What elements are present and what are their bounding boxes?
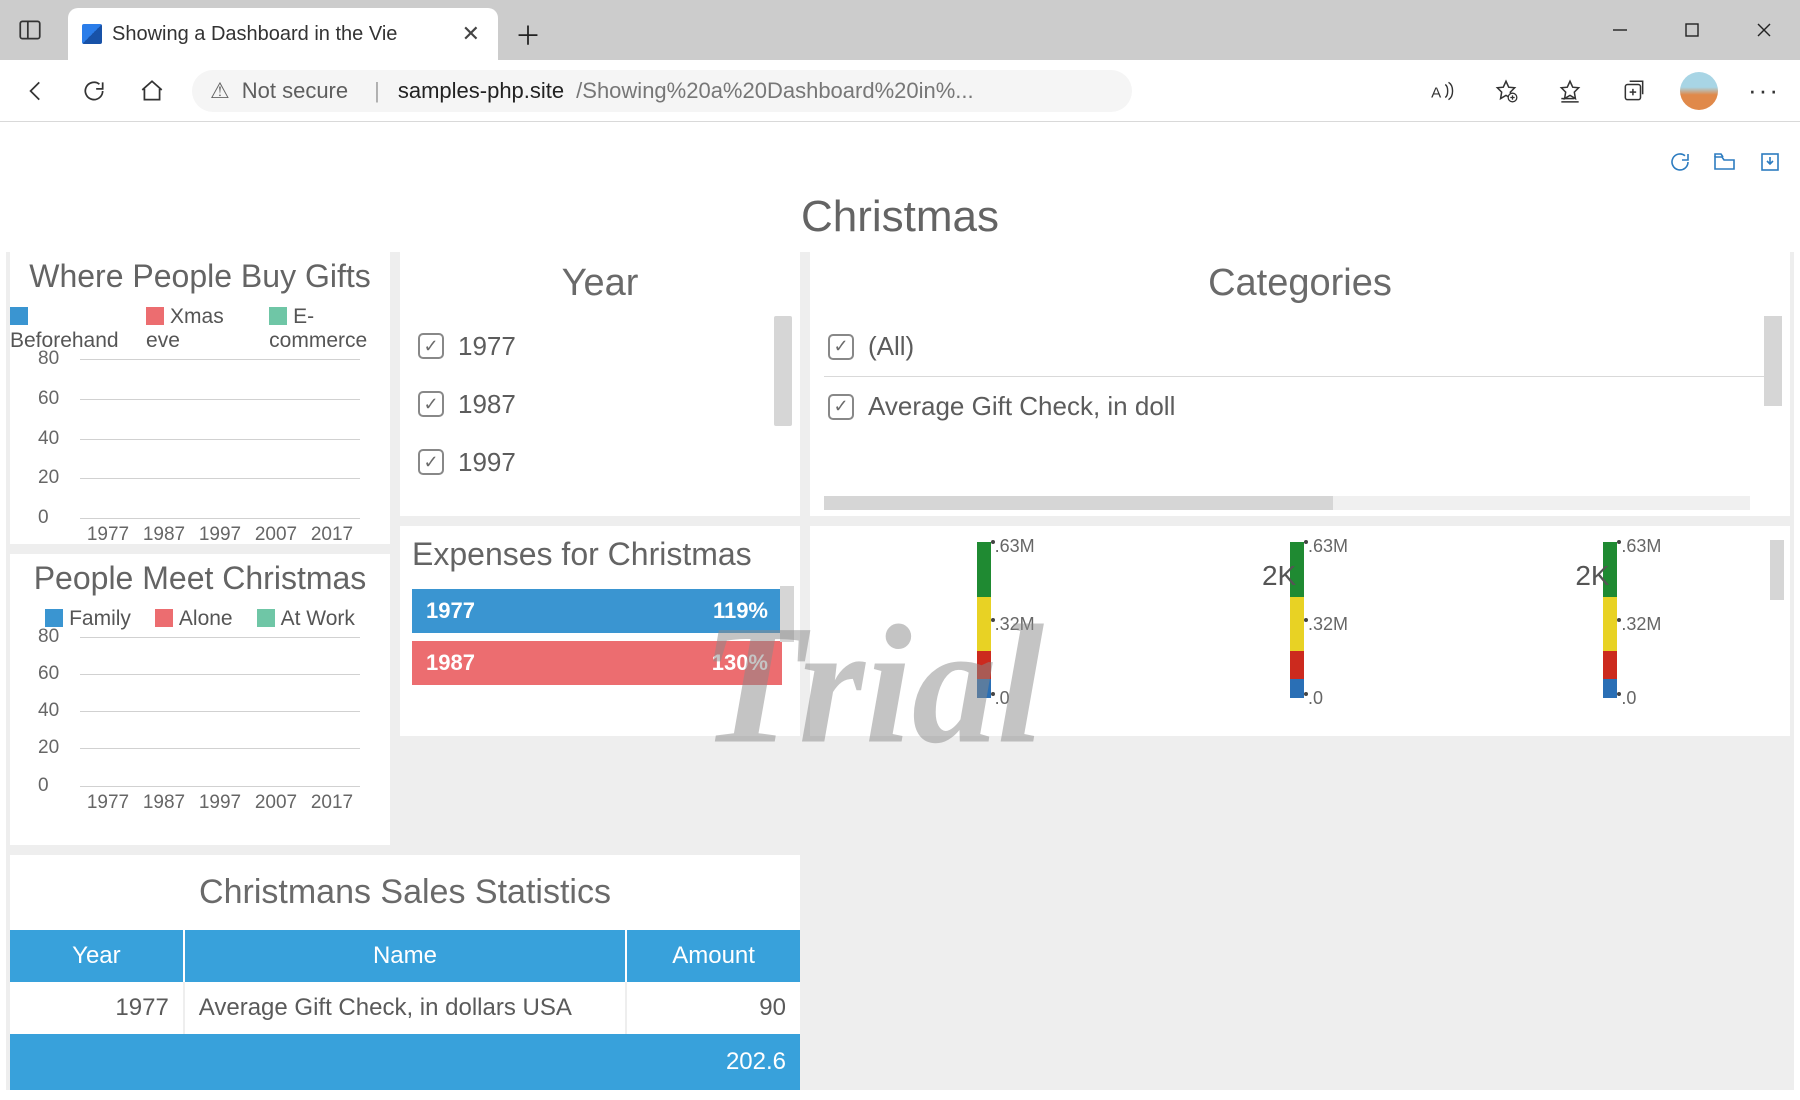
url-path: /Showing%20a%20Dashboard%20in%... (576, 78, 973, 104)
url-host: samples-php.site (398, 78, 564, 104)
scrollbar-thumb[interactable] (774, 316, 792, 426)
expenses-title: Expenses for Christmas (400, 526, 800, 583)
checkbox-icon[interactable]: ✓ (828, 334, 854, 360)
gifts-chart-legend: Beforehand Xmas eve E-commerce (10, 305, 390, 353)
tab-title: Showing a Dashboard in the Vie (112, 23, 448, 46)
page-content: Christmas Year ✓ 1977 ✓ 1987 ✓ 1997 (0, 122, 1800, 1100)
meet-chart: 02040608019771987199720072017 (80, 637, 360, 787)
refresh-button[interactable] (76, 73, 112, 109)
dashboard-title: Christmas (6, 192, 1794, 242)
security-warning-icon: ⚠ (210, 78, 230, 104)
expenses-pct: 130% (712, 650, 768, 676)
gifts-chart-panel: Where People Buy Gifts Beforehand Xmas e… (10, 252, 390, 544)
year-filter-panel: Year ✓ 1977 ✓ 1987 ✓ 1997 (400, 252, 800, 516)
categories-filter-title: Categories (810, 252, 1790, 317)
table-row[interactable]: 1977 Average Gift Check, in dollars USA … (10, 982, 800, 1034)
expenses-year: 1977 (426, 598, 475, 624)
year-filter-item[interactable]: ✓ 1987 (418, 375, 784, 433)
legend-item: E-commerce (269, 305, 390, 353)
report-export-icon[interactable] (1758, 150, 1782, 180)
year-filter-label: 1977 (458, 331, 516, 362)
svg-text:A: A (1431, 84, 1442, 101)
stats-header-amount[interactable]: Amount (626, 930, 800, 982)
tab-actions-button[interactable] (8, 8, 52, 52)
stats-total: 202.6 (10, 1034, 800, 1090)
year-filter-label: 1997 (458, 447, 516, 478)
stats-panel: Christmans Sales Statistics Year Name Am… (10, 855, 800, 1090)
meet-chart-panel: People Meet Christmas Family Alone At Wo… (10, 554, 390, 846)
categories-filter-panel: Categories ✓ (All) ✓ Average Gift Check,… (810, 252, 1790, 516)
url-divider: | (374, 78, 380, 104)
url-bar-row: ⚠ Not secure | samples-php.site /Showing… (0, 60, 1800, 122)
address-bar[interactable]: ⚠ Not secure | samples-php.site /Showing… (192, 70, 1132, 112)
window-titlebar: Showing a Dashboard in the Vie ✕ ＋ (0, 0, 1800, 60)
gifts-chart: 02040608019771987199720072017 (80, 359, 360, 519)
scrollbar-thumb[interactable] (780, 586, 794, 642)
gifts-chart-title: Where People Buy Gifts (10, 252, 390, 297)
favorites-button[interactable] (1552, 73, 1588, 109)
profile-avatar[interactable] (1680, 72, 1718, 110)
legend-item: Xmas eve (146, 305, 245, 353)
expenses-row: 1977 119% (412, 589, 782, 633)
categories-filter-label: Average Gift Check, in doll (868, 391, 1175, 422)
meet-chart-title: People Meet Christmas (10, 554, 390, 599)
scrollbar-thumb[interactable] (1770, 540, 1784, 600)
categories-all-label: (All) (868, 331, 914, 362)
year-filter-item[interactable]: ✓ 1997 (418, 433, 784, 491)
window-controls (1584, 0, 1800, 60)
security-label: Not secure (242, 78, 348, 104)
more-menu-button[interactable]: ··· (1746, 73, 1782, 109)
browser-tab[interactable]: Showing a Dashboard in the Vie ✕ (68, 8, 498, 60)
read-aloud-button[interactable]: A (1424, 73, 1460, 109)
dashboard: Christmas Year ✓ 1977 ✓ 1987 ✓ 1997 (6, 192, 1794, 1100)
stats-cell-year: 1977 (10, 982, 184, 1034)
categories-filter-item[interactable]: ✓ Average Gift Check, in doll (824, 377, 1776, 436)
home-button[interactable] (134, 73, 170, 109)
tab-close-icon[interactable]: ✕ (458, 21, 484, 47)
checkbox-icon[interactable]: ✓ (418, 391, 444, 417)
stats-cell-amount: 90 (626, 982, 800, 1034)
checkbox-icon[interactable]: ✓ (418, 449, 444, 475)
stats-header-year[interactable]: Year (10, 930, 184, 982)
stats-table: Year Name Amount 1977 Average Gift Check… (10, 930, 800, 1090)
checkbox-icon[interactable]: ✓ (418, 333, 444, 359)
report-toolbar (1668, 150, 1782, 180)
expenses-row: 1987 130% (412, 641, 782, 685)
report-open-icon[interactable] (1712, 150, 1738, 180)
report-refresh-icon[interactable] (1668, 150, 1692, 180)
collections-button[interactable] (1616, 73, 1652, 109)
scrollbar-thumb[interactable] (1764, 316, 1782, 406)
year-filter-label: 1987 (458, 389, 516, 420)
back-button[interactable] (18, 73, 54, 109)
gauge-panel: .63M.32M.0.63M.32M.02K.63M.32M.02K (810, 526, 1790, 736)
stats-total-row: 202.6 (10, 1034, 800, 1090)
close-window-button[interactable] (1728, 0, 1800, 60)
horizontal-scrollbar[interactable] (824, 496, 1750, 510)
legend-item: Beforehand (10, 305, 122, 353)
meet-chart-legend: Family Alone At Work (10, 607, 390, 631)
stats-cell-name: Average Gift Check, in dollars USA (184, 982, 626, 1034)
expenses-panel: Expenses for Christmas 1977 119% 1987 13… (400, 526, 800, 736)
stats-header-name[interactable]: Name (184, 930, 626, 982)
expenses-year: 1987 (426, 650, 475, 676)
legend-item: Alone (155, 607, 233, 631)
legend-item: At Work (257, 607, 355, 631)
stats-title: Christmans Sales Statistics (10, 855, 800, 930)
new-tab-button[interactable]: ＋ (506, 12, 550, 56)
year-filter-title: Year (400, 252, 800, 317)
gauge-chart: .63M.32M.0.63M.32M.02K.63M.32M.02K (810, 536, 1790, 716)
year-filter-item[interactable]: ✓ 1977 (418, 317, 784, 375)
expenses-pct: 119% (713, 598, 768, 624)
categories-all-item[interactable]: ✓ (All) (824, 317, 1776, 376)
maximize-button[interactable] (1656, 0, 1728, 60)
tab-favicon (82, 24, 102, 44)
minimize-button[interactable] (1584, 0, 1656, 60)
add-favorite-button[interactable] (1488, 73, 1524, 109)
checkbox-icon[interactable]: ✓ (828, 394, 854, 420)
